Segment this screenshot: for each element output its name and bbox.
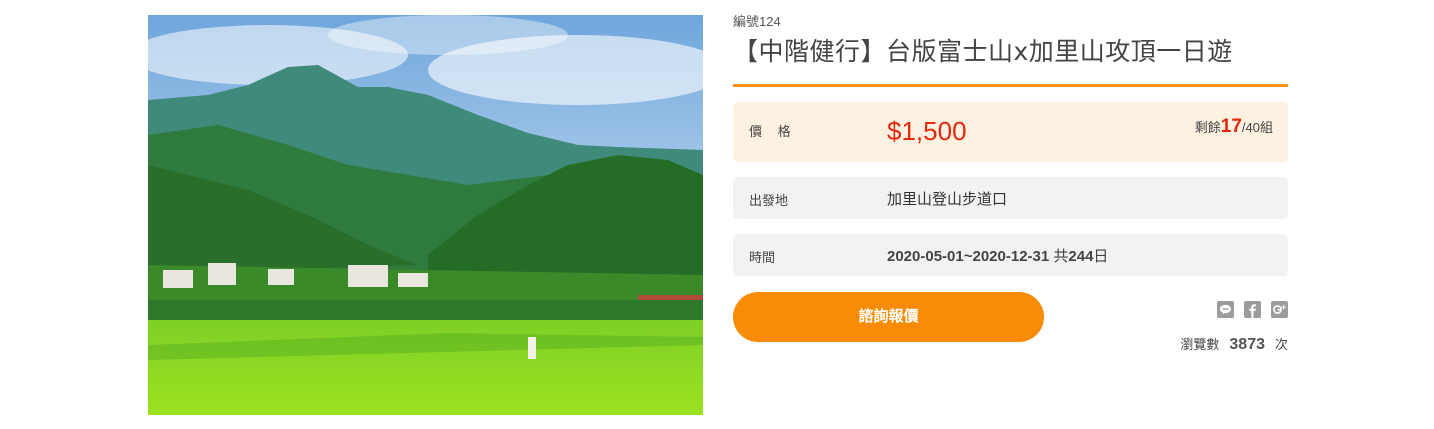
facebook-icon[interactable]	[1244, 301, 1261, 318]
tour-photo	[148, 15, 703, 415]
period-total-prefix: 共	[1049, 248, 1069, 265]
departure-row: 出發地 加里山登山步道口	[733, 177, 1288, 219]
period-dates: 2020-05-01~2020-12-31	[887, 248, 1050, 265]
departure-label: 出發地	[749, 193, 789, 208]
price-value: $1,500	[887, 116, 967, 146]
view-count: 瀏覽數 3873 次	[1180, 334, 1288, 354]
remain-prefix: 剩餘	[1194, 120, 1221, 135]
price-row: 價 格 $1,500 剩餘17/40組	[733, 102, 1288, 162]
period-label: 時間	[749, 250, 776, 265]
tour-code: 編號124	[733, 14, 781, 29]
google-plus-icon[interactable]	[1271, 301, 1288, 318]
line-icon[interactable]	[1217, 301, 1234, 318]
period-days: 244	[1068, 248, 1094, 265]
inquiry-button[interactable]: 諮詢報價	[733, 292, 1044, 342]
remaining-slots: 剩餘17/40組	[1195, 116, 1273, 138]
views-unit: 次	[1274, 337, 1288, 352]
views-count: 3873	[1229, 336, 1265, 353]
remain-suffix: /40組	[1241, 120, 1273, 135]
period-days-suffix: 日	[1093, 248, 1109, 265]
views-label: 瀏覽數	[1180, 337, 1220, 352]
tour-title: 【中階健行】台版富士山x加里山攻頂一日遊	[733, 37, 1233, 66]
price-label: 價 格	[749, 124, 797, 139]
period-row: 時間 2020-05-01~2020-12-31 共244日	[733, 234, 1288, 276]
departure-value: 加里山登山步道口	[887, 191, 1008, 208]
period-value: 2020-05-01~2020-12-31 共244日	[887, 245, 1108, 266]
remain-count: 17	[1220, 116, 1242, 137]
tour-info-panel: 編號124 【中階健行】台版富士山x加里山攻頂一日遊 價 格 $1,500 剩餘…	[733, 13, 1288, 353]
share-icons	[1217, 301, 1288, 318]
title-divider	[733, 84, 1288, 87]
